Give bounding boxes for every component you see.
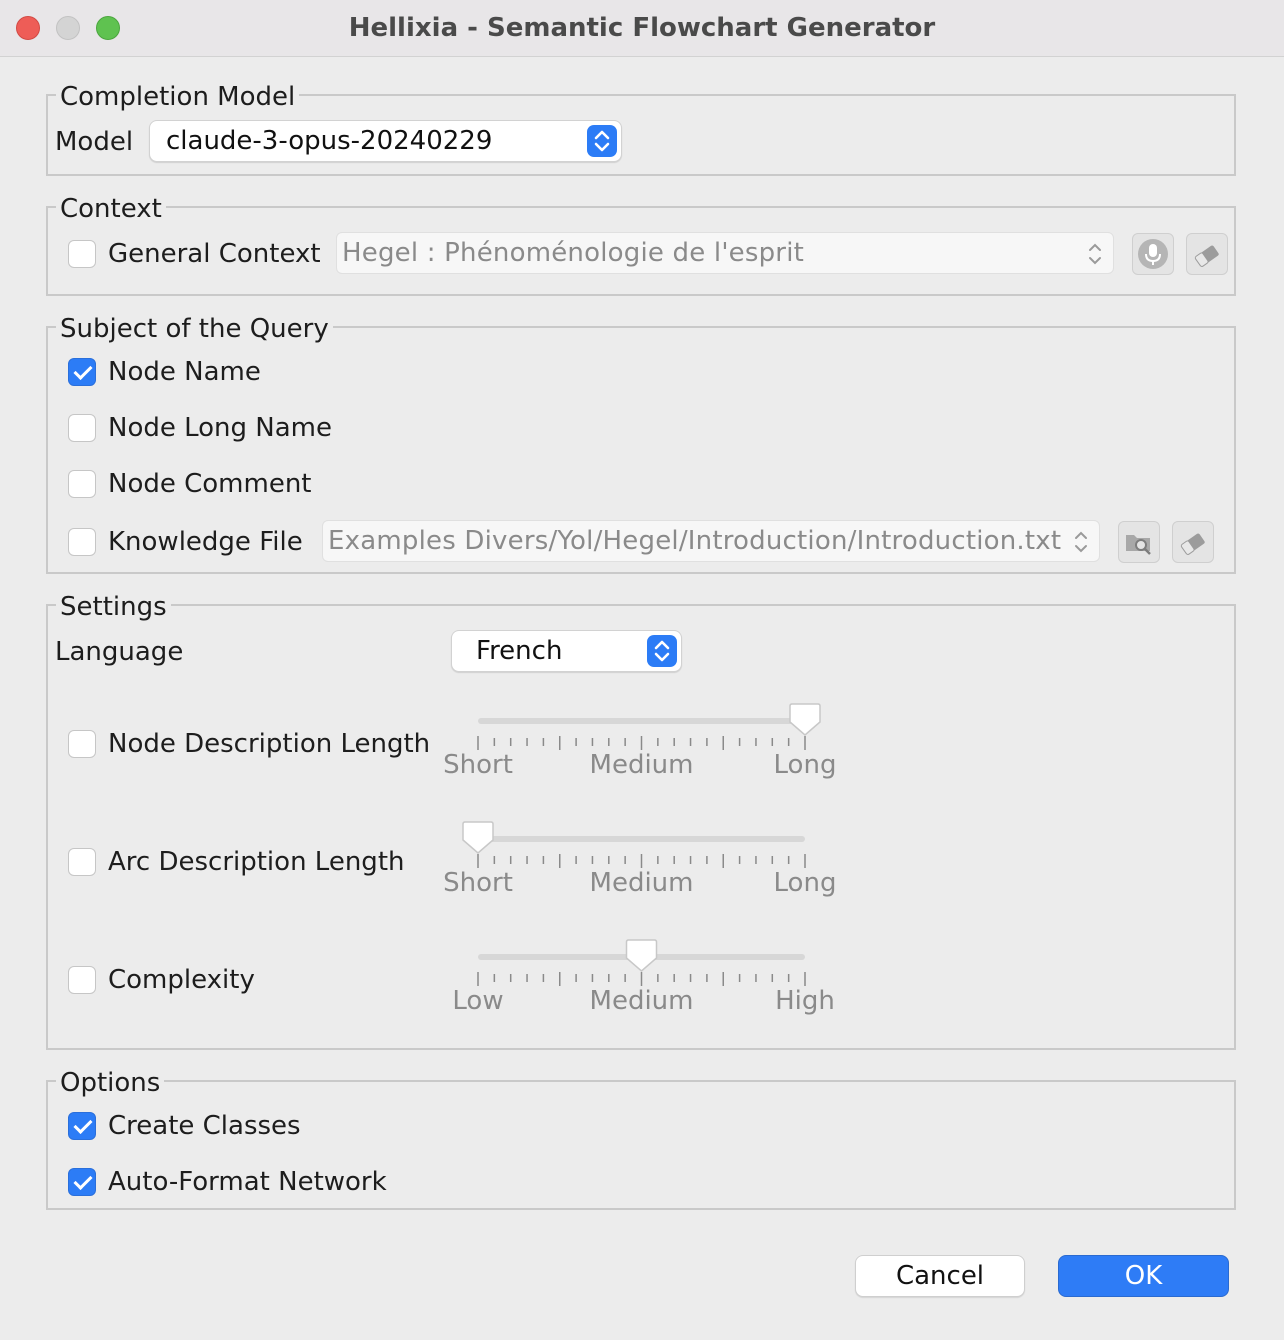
browse-file-button[interactable]	[1118, 521, 1160, 563]
node-long-name-label: Node Long Name	[108, 413, 333, 443]
microphone-icon	[1133, 239, 1173, 278]
folder-search-icon	[1119, 535, 1159, 566]
title-bar: Hellixia - Semantic Flowchart Generator	[0, 0, 1284, 57]
combo-arrows-icon	[1071, 527, 1091, 557]
knowledge-file-label: Knowledge File	[108, 527, 303, 557]
language-label: Language	[55, 637, 184, 667]
knowledge-file-combo[interactable]: Examples Divers/Yol/Hegel/Introduction/I…	[322, 520, 1100, 562]
slider-tick-label: High	[775, 986, 835, 1016]
general-context-checkbox[interactable]	[68, 240, 96, 268]
model-label: Model	[55, 127, 134, 157]
slider-thumb[interactable]	[625, 939, 658, 972]
settings-title: Settings	[56, 592, 171, 622]
node-description-length-slider[interactable]: Short Medium Long	[440, 702, 836, 792]
auto-format-network-checkbox[interactable]	[68, 1168, 96, 1196]
slider-tick-label: Long	[773, 868, 837, 898]
window-title: Hellixia - Semantic Flowchart Generator	[348, 13, 936, 43]
slider-tick-label: Short	[443, 750, 513, 780]
select-stepper-icon	[647, 635, 677, 667]
slider-tick-label: Medium	[589, 750, 694, 780]
node-description-length-checkbox[interactable]	[68, 730, 96, 758]
arc-description-length-slider[interactable]: Short Medium Long	[440, 820, 836, 910]
node-long-name-checkbox[interactable]	[68, 414, 96, 442]
slider-thumb[interactable]	[462, 821, 494, 854]
slider-tick-label: Low	[452, 986, 504, 1016]
completion-model-title: Completion Model	[56, 82, 300, 112]
complexity-label: Complexity	[108, 965, 255, 995]
language-select-value: French	[476, 636, 563, 666]
slider-tick-label: Long	[773, 750, 837, 780]
language-select[interactable]: French	[451, 630, 682, 672]
node-comment-label: Node Comment	[108, 469, 312, 499]
knowledge-file-checkbox[interactable]	[68, 528, 96, 556]
select-stepper-icon	[587, 125, 617, 157]
slider-ticks	[477, 703, 821, 750]
options-title: Options	[56, 1068, 165, 1098]
slider-tick-label: Short	[443, 868, 513, 898]
complexity-slider[interactable]: Low Medium High	[440, 938, 835, 1028]
node-name-checkbox[interactable]	[68, 358, 96, 386]
node-description-length-label: Node Description Length	[108, 729, 431, 759]
context-title: Context	[56, 194, 166, 224]
knowledge-file-value: Examples Divers/Yol/Hegel/Introduction/I…	[328, 526, 1062, 556]
create-classes-checkbox[interactable]	[68, 1112, 96, 1140]
arc-description-length-label: Arc Description Length	[108, 847, 405, 877]
slider-tick-label: Medium	[589, 986, 694, 1016]
eraser-icon	[1187, 245, 1227, 278]
subject-title: Subject of the Query	[56, 314, 333, 344]
slider-thumb[interactable]	[789, 703, 821, 736]
clear-file-button[interactable]	[1172, 521, 1214, 563]
arc-description-length-checkbox[interactable]	[68, 848, 96, 876]
general-context-label: General Context	[108, 239, 321, 269]
slider-ticks	[477, 939, 806, 986]
node-name-label: Node Name	[108, 357, 261, 387]
model-select[interactable]: claude-3-opus-20240229	[149, 120, 622, 162]
create-classes-label: Create Classes	[108, 1111, 301, 1141]
node-comment-checkbox[interactable]	[68, 470, 96, 498]
clear-context-button[interactable]	[1186, 233, 1228, 275]
cancel-button[interactable]: Cancel	[855, 1255, 1025, 1297]
slider-ticks	[462, 821, 806, 868]
combo-arrows-icon	[1085, 239, 1105, 269]
complexity-checkbox[interactable]	[68, 966, 96, 994]
general-context-combo[interactable]: Hegel : Phénoménologie de l'esprit	[336, 232, 1114, 274]
general-context-value: Hegel : Phénoménologie de l'esprit	[342, 238, 805, 268]
auto-format-network-label: Auto-Format Network	[108, 1167, 387, 1197]
slider-tick-label: Medium	[589, 868, 694, 898]
microphone-button[interactable]	[1132, 233, 1174, 275]
ok-button[interactable]: OK	[1058, 1255, 1229, 1297]
eraser-icon	[1173, 533, 1213, 566]
model-select-value: claude-3-opus-20240229	[166, 126, 493, 156]
